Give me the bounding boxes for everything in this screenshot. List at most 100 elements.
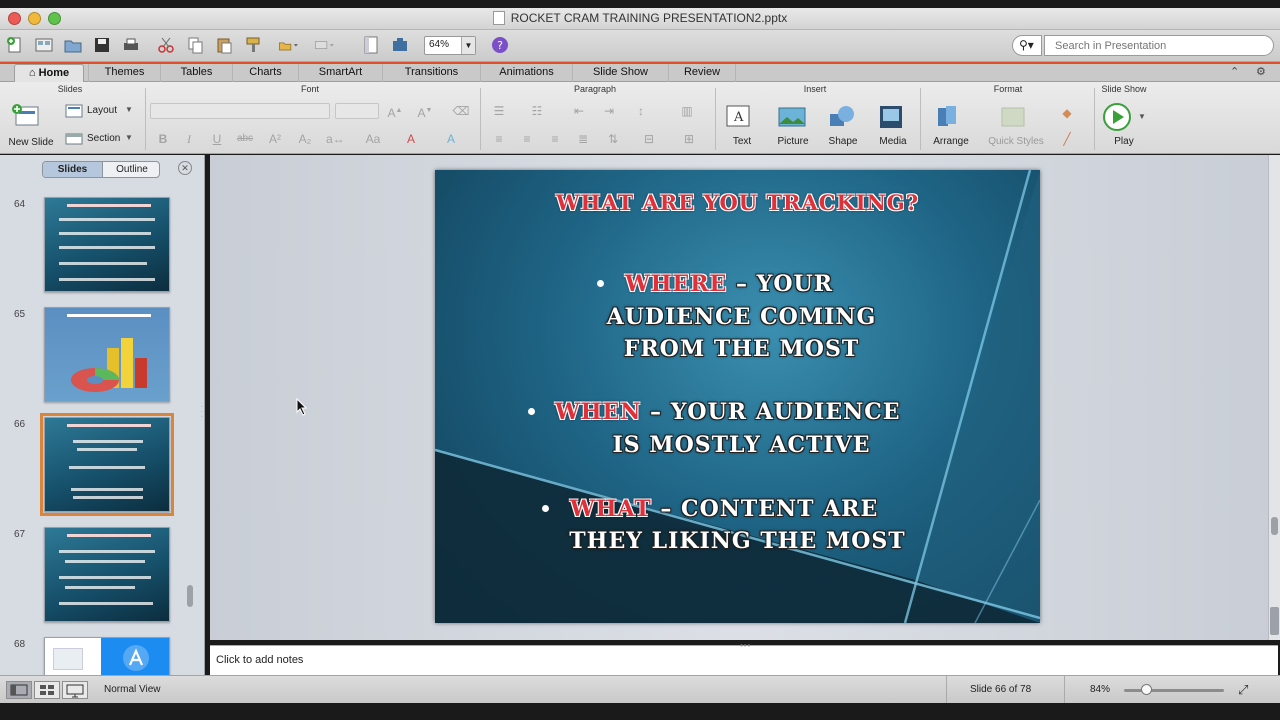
- media-button[interactable]: Media: [872, 102, 914, 154]
- align-center-icon[interactable]: ≡: [518, 132, 536, 146]
- slide-position: Slide 66 of 78: [970, 684, 1032, 695]
- italic-icon[interactable]: I: [180, 132, 198, 146]
- media-label: Media: [879, 136, 907, 147]
- text-direction-icon[interactable]: ⇅: [604, 132, 622, 146]
- templates-icon[interactable]: [34, 35, 54, 55]
- print-icon[interactable]: [121, 35, 141, 55]
- superscript-icon[interactable]: A²: [266, 132, 284, 146]
- notes-placeholder[interactable]: Click to add notes: [216, 654, 303, 666]
- shape-line-icon[interactable]: ╱: [1058, 132, 1076, 146]
- tab-transitions[interactable]: Transitions: [382, 64, 480, 82]
- group-label-slides: Slides: [57, 84, 83, 94]
- picture-button[interactable]: Picture: [772, 102, 814, 154]
- underline-icon[interactable]: U: [208, 132, 226, 146]
- current-slide[interactable]: WHAT ARE YOU TRACKING? WHERE – YOUR AUDI…: [435, 170, 1040, 623]
- paste-icon[interactable]: [214, 35, 234, 55]
- zoom-slider-track[interactable]: [1124, 689, 1224, 692]
- slide-thumbnail-65[interactable]: [44, 307, 170, 402]
- clear-formatting-icon[interactable]: ⌫: [452, 104, 470, 118]
- shape-button[interactable]: Shape: [822, 102, 864, 154]
- save-icon[interactable]: [92, 35, 112, 55]
- tab-charts[interactable]: Charts: [232, 64, 298, 82]
- line-spacing-icon[interactable]: ↕: [632, 104, 650, 118]
- search-icon[interactable]: ⚲▾: [1012, 35, 1042, 56]
- change-case-icon[interactable]: Aa: [364, 132, 382, 146]
- convert-smartart-icon[interactable]: ⊞: [680, 132, 698, 146]
- toolbox-icon[interactable]: [390, 35, 410, 55]
- bullets-icon[interactable]: ☰: [490, 104, 508, 118]
- tab-smartart[interactable]: SmartArt: [298, 64, 382, 82]
- font-name-select[interactable]: [150, 103, 330, 119]
- normal-view-button[interactable]: [6, 681, 32, 699]
- columns-icon[interactable]: ▥: [678, 104, 696, 118]
- align-left-icon[interactable]: ≡: [490, 132, 508, 146]
- decrease-indent-icon[interactable]: ⇤: [570, 104, 588, 118]
- bold-icon[interactable]: B: [154, 132, 172, 146]
- layout-button[interactable]: Layout ▼: [63, 103, 139, 121]
- layout-label: Layout: [87, 105, 118, 116]
- notes-pane[interactable]: ••• Click to add notes: [210, 641, 1278, 675]
- new-document-icon[interactable]: [5, 35, 25, 55]
- ribbon-options-icon[interactable]: ⚙: [1256, 65, 1266, 78]
- slide-thumbnail-64[interactable]: [44, 197, 170, 292]
- font-color-icon[interactable]: A: [402, 132, 420, 146]
- justify-icon[interactable]: ≣: [574, 132, 592, 146]
- text-highlight-icon[interactable]: A: [442, 132, 460, 146]
- divider: [946, 676, 947, 704]
- tab-slides[interactable]: Slides: [43, 162, 102, 177]
- media-browser-icon[interactable]: [314, 35, 342, 55]
- thumb-line: [73, 496, 143, 499]
- zoom-slider-handle[interactable]: [1141, 684, 1152, 695]
- tab-slide-show[interactable]: Slide Show: [572, 64, 668, 82]
- pane-splitter[interactable]: · · ·: [201, 404, 205, 425]
- align-right-icon[interactable]: ≡: [546, 132, 564, 146]
- tab-review[interactable]: Review: [668, 64, 736, 82]
- strikethrough-icon[interactable]: abc: [236, 132, 254, 146]
- close-icon[interactable]: ✕: [178, 161, 192, 175]
- scrollbar-thumb[interactable]: [1271, 517, 1278, 535]
- subscript-icon[interactable]: A₂: [296, 132, 314, 146]
- notes-splitter[interactable]: •••: [740, 641, 751, 650]
- page-nav-arrows[interactable]: [1270, 607, 1279, 635]
- slide-thumbnail-66[interactable]: [40, 413, 174, 516]
- tab-animations[interactable]: Animations: [480, 64, 572, 82]
- cut-icon[interactable]: [156, 35, 176, 55]
- section-button[interactable]: Section ▼: [63, 131, 139, 149]
- tab-outline[interactable]: Outline: [102, 162, 159, 177]
- vertical-scrollbar[interactable]: [1268, 155, 1280, 640]
- text-button[interactable]: A Text: [722, 102, 762, 154]
- shrink-font-icon[interactable]: A▼: [416, 104, 434, 120]
- tab-tables[interactable]: Tables: [160, 64, 232, 82]
- chevron-down-icon: ▼: [1138, 112, 1146, 121]
- slide-show-view-button[interactable]: [62, 681, 88, 699]
- tab-home[interactable]: ⌂ Home: [14, 64, 84, 82]
- sidebar-toggle-icon[interactable]: [361, 35, 381, 55]
- thumb-line: [73, 440, 143, 443]
- character-spacing-icon[interactable]: a↔: [326, 132, 345, 146]
- new-slide-button[interactable]: New Slide: [8, 102, 54, 154]
- play-button[interactable]: ▼ Play: [1100, 102, 1148, 154]
- tab-themes[interactable]: Themes: [88, 64, 160, 82]
- grow-font-icon[interactable]: A▲: [386, 104, 404, 120]
- fit-to-window-icon[interactable]: ⤢: [1238, 682, 1248, 698]
- quick-styles-button[interactable]: Quick Styles: [984, 102, 1048, 154]
- zoom-select[interactable]: 64% ▼: [424, 36, 476, 55]
- increase-indent-icon[interactable]: ⇥: [600, 104, 618, 118]
- help-icon[interactable]: ?: [490, 35, 510, 55]
- shape-fill-icon[interactable]: ◆: [1058, 106, 1076, 120]
- insert-icon[interactable]: [278, 35, 306, 55]
- slide-thumbnail-68[interactable]: [44, 637, 170, 675]
- align-text-icon[interactable]: ⊟: [640, 132, 658, 146]
- copy-icon[interactable]: [185, 35, 205, 55]
- font-size-select[interactable]: [335, 103, 379, 119]
- arrange-button[interactable]: Arrange: [928, 102, 974, 154]
- open-folder-icon[interactable]: [63, 35, 83, 55]
- search-input[interactable]: [1044, 35, 1274, 56]
- format-painter-icon[interactable]: [243, 35, 263, 55]
- divider: [1094, 88, 1095, 150]
- slides-pane-scrollbar[interactable]: [187, 585, 193, 607]
- slide-thumbnail-67[interactable]: [44, 527, 170, 622]
- slide-sorter-view-button[interactable]: [34, 681, 60, 699]
- collapse-ribbon-icon[interactable]: ⌃: [1230, 65, 1239, 78]
- numbering-icon[interactable]: ☷: [528, 104, 546, 118]
